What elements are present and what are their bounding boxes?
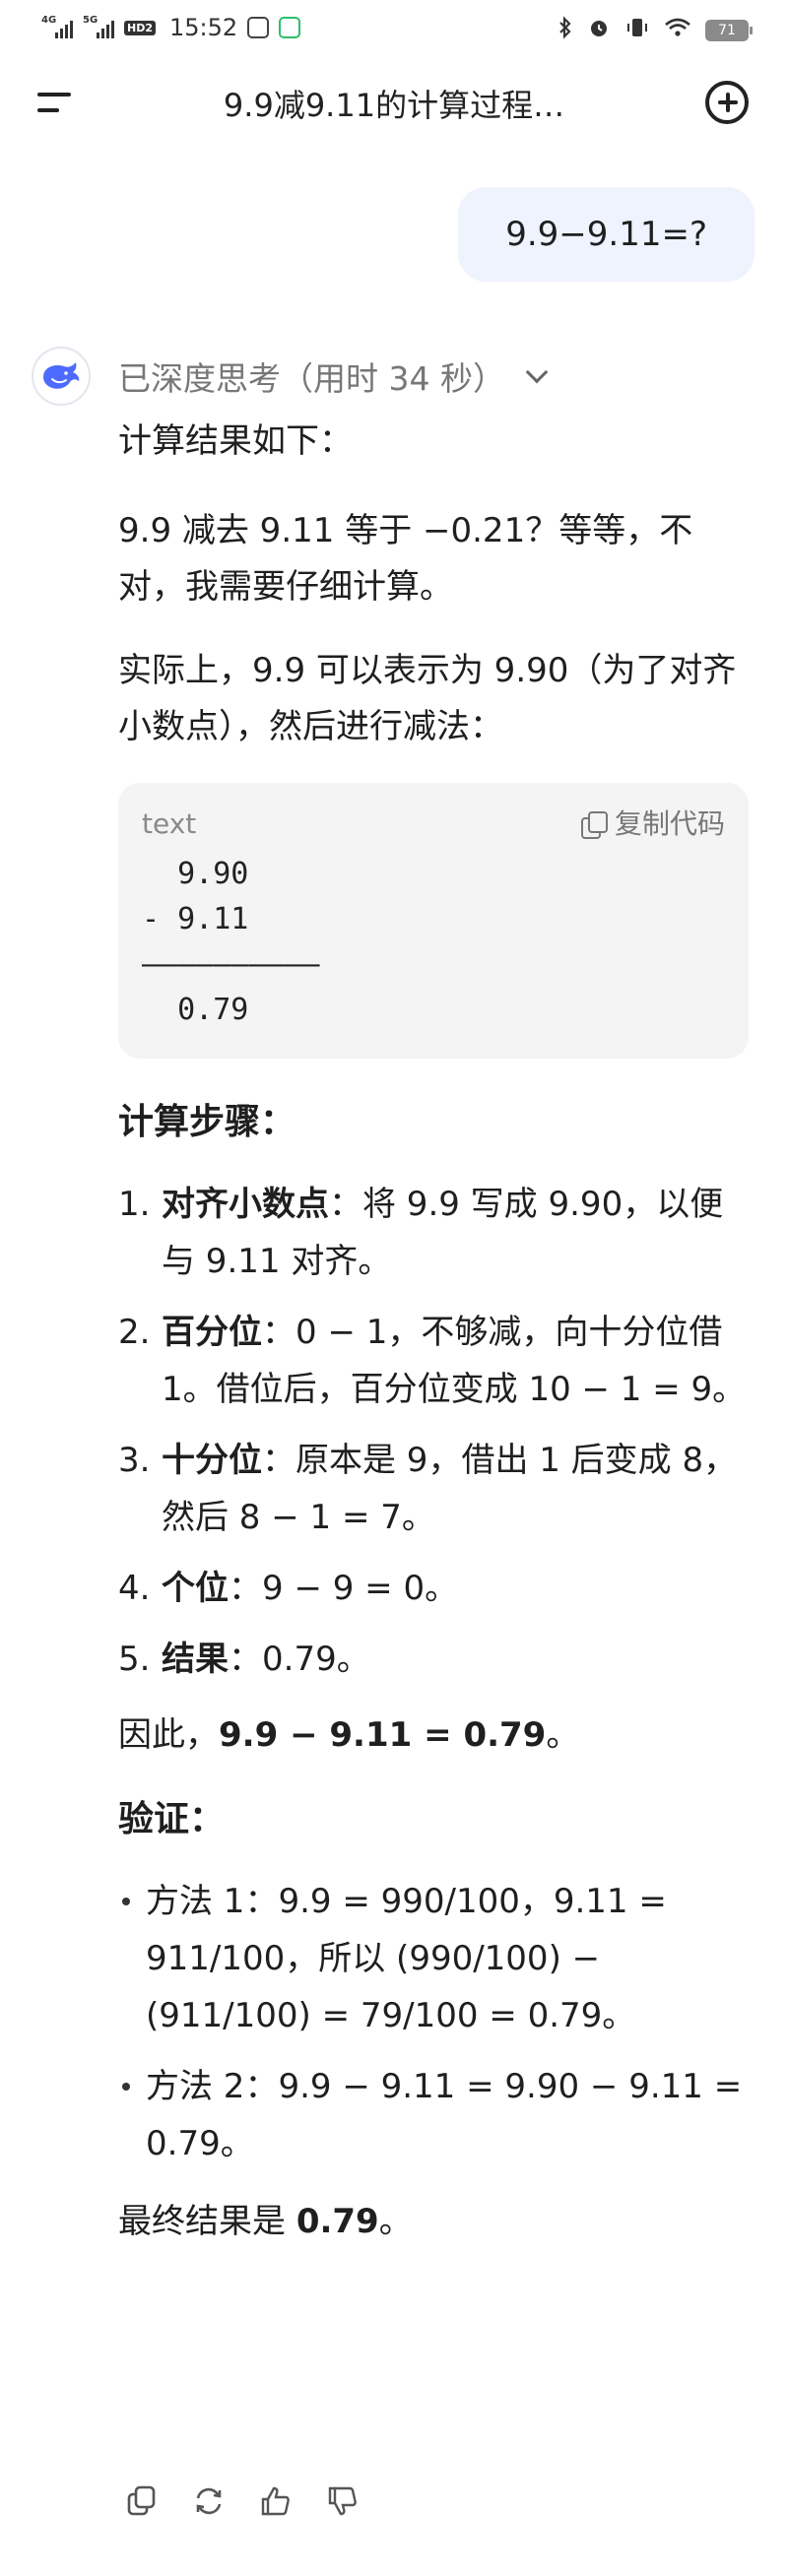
intro-text: 计算结果如下： <box>118 421 353 461</box>
list-item: 2. 百分位：0 − 1，不够减，向十分位借 1。借位后，百分位变成 10 − 1… <box>118 1313 747 1409</box>
conclusion-text: 因此，9.9 − 9.11 = 0.79。 <box>118 1715 580 1755</box>
thumbs-down-icon[interactable] <box>323 2481 362 2521</box>
copy-code-label: 复制代码 <box>614 807 725 840</box>
app-notification-green-icon <box>279 17 301 38</box>
battery-icon: 71 <box>705 19 753 41</box>
thinking-label: 已深度思考（用时 34 秒） <box>118 359 505 398</box>
thinking-toggle[interactable]: 已深度思考（用时 34 秒） <box>118 353 549 400</box>
network-label-1: 4G <box>41 15 57 26</box>
bluetooth-icon <box>558 16 573 44</box>
copy-code-button[interactable]: 复制代码 <box>580 805 725 844</box>
thumbs-up-icon[interactable] <box>256 2481 296 2521</box>
signal-5g-icon: 5G <box>83 15 114 38</box>
chevron-down-icon <box>525 360 549 384</box>
copy-icon[interactable] <box>122 2481 162 2521</box>
paragraph-1: 9.9 减去 9.11 等于 −0.21？等等，不对，我需要仔细计算。 <box>118 511 693 607</box>
menu-icon[interactable] <box>37 87 75 120</box>
list-item: 方法 1：9.9 = 990/100，9.11 = 911/100，所以 (99… <box>118 1873 749 2044</box>
list-item: 4. 个位：9 − 9 = 0。 <box>118 1569 459 1608</box>
network-label-2: 5G <box>83 15 98 26</box>
signal-4g-icon: 4G <box>41 15 73 38</box>
assistant-message: 计算结果如下： 9.9 减去 9.11 等于 −0.21？等等，不对，我需要仔细… <box>118 414 749 2278</box>
alarm-icon <box>587 16 611 44</box>
code-content: 9.90 - 9.11 —————————— 0.79 <box>142 857 320 1027</box>
final-result-text: 最终结果是 0.79。 <box>118 2202 413 2241</box>
verify-list: 方法 1：9.9 = 990/100，9.11 = 911/100，所以 (99… <box>118 1873 749 2172</box>
wifi-icon <box>664 17 691 43</box>
verify-heading: 验证： <box>118 1799 226 1839</box>
paragraph-2: 实际上，9.9 可以表示为 9.90（为了对齐小数点），然后进行减法： <box>118 651 737 746</box>
chat-title: 9.9减9.11的计算过程… <box>223 87 565 124</box>
code-language-label: text <box>142 807 197 840</box>
status-time: 15:52 <box>169 14 238 41</box>
whale-logo-icon <box>32 347 91 406</box>
user-message-text: 9.9−9.11=? <box>505 215 707 254</box>
steps-heading: 计算步骤： <box>118 1102 296 1142</box>
code-block: text 复制代码 9.90 - 9.11 —————————— 0.79 <box>118 783 749 1059</box>
app-notification-icon <box>247 17 270 38</box>
list-item: 方法 2：9.9 − 9.11 = 9.90 − 9.11 = 0.79。 <box>118 2058 749 2172</box>
hd-badge: HD2 <box>124 20 156 35</box>
list-item: 5. 结果：0.79。 <box>118 1640 370 1679</box>
list-item: 3. 十分位：原本是 9，借出 1 后变成 8，然后 8 − 1 = 7。 <box>118 1441 738 1537</box>
refresh-icon[interactable] <box>189 2481 229 2521</box>
message-actions <box>122 2481 362 2521</box>
chat-header: 9.9减9.11的计算过程… <box>0 59 788 148</box>
steps-list: 1. 对齐小数点：将 9.9 写成 9.90，以便与 9.11 对齐。 2. 百分位… <box>118 1176 749 1688</box>
status-bar: 4G 5G HD2 15:52 71 <box>0 0 788 59</box>
copy-icon <box>580 811 608 839</box>
user-message-bubble: 9.9−9.11=? <box>458 187 755 282</box>
list-item: 1. 对齐小数点：将 9.9 写成 9.90，以便与 9.11 对齐。 <box>118 1185 724 1281</box>
plus-circle-icon[interactable] <box>705 81 749 124</box>
vibrate-icon <box>624 16 650 44</box>
